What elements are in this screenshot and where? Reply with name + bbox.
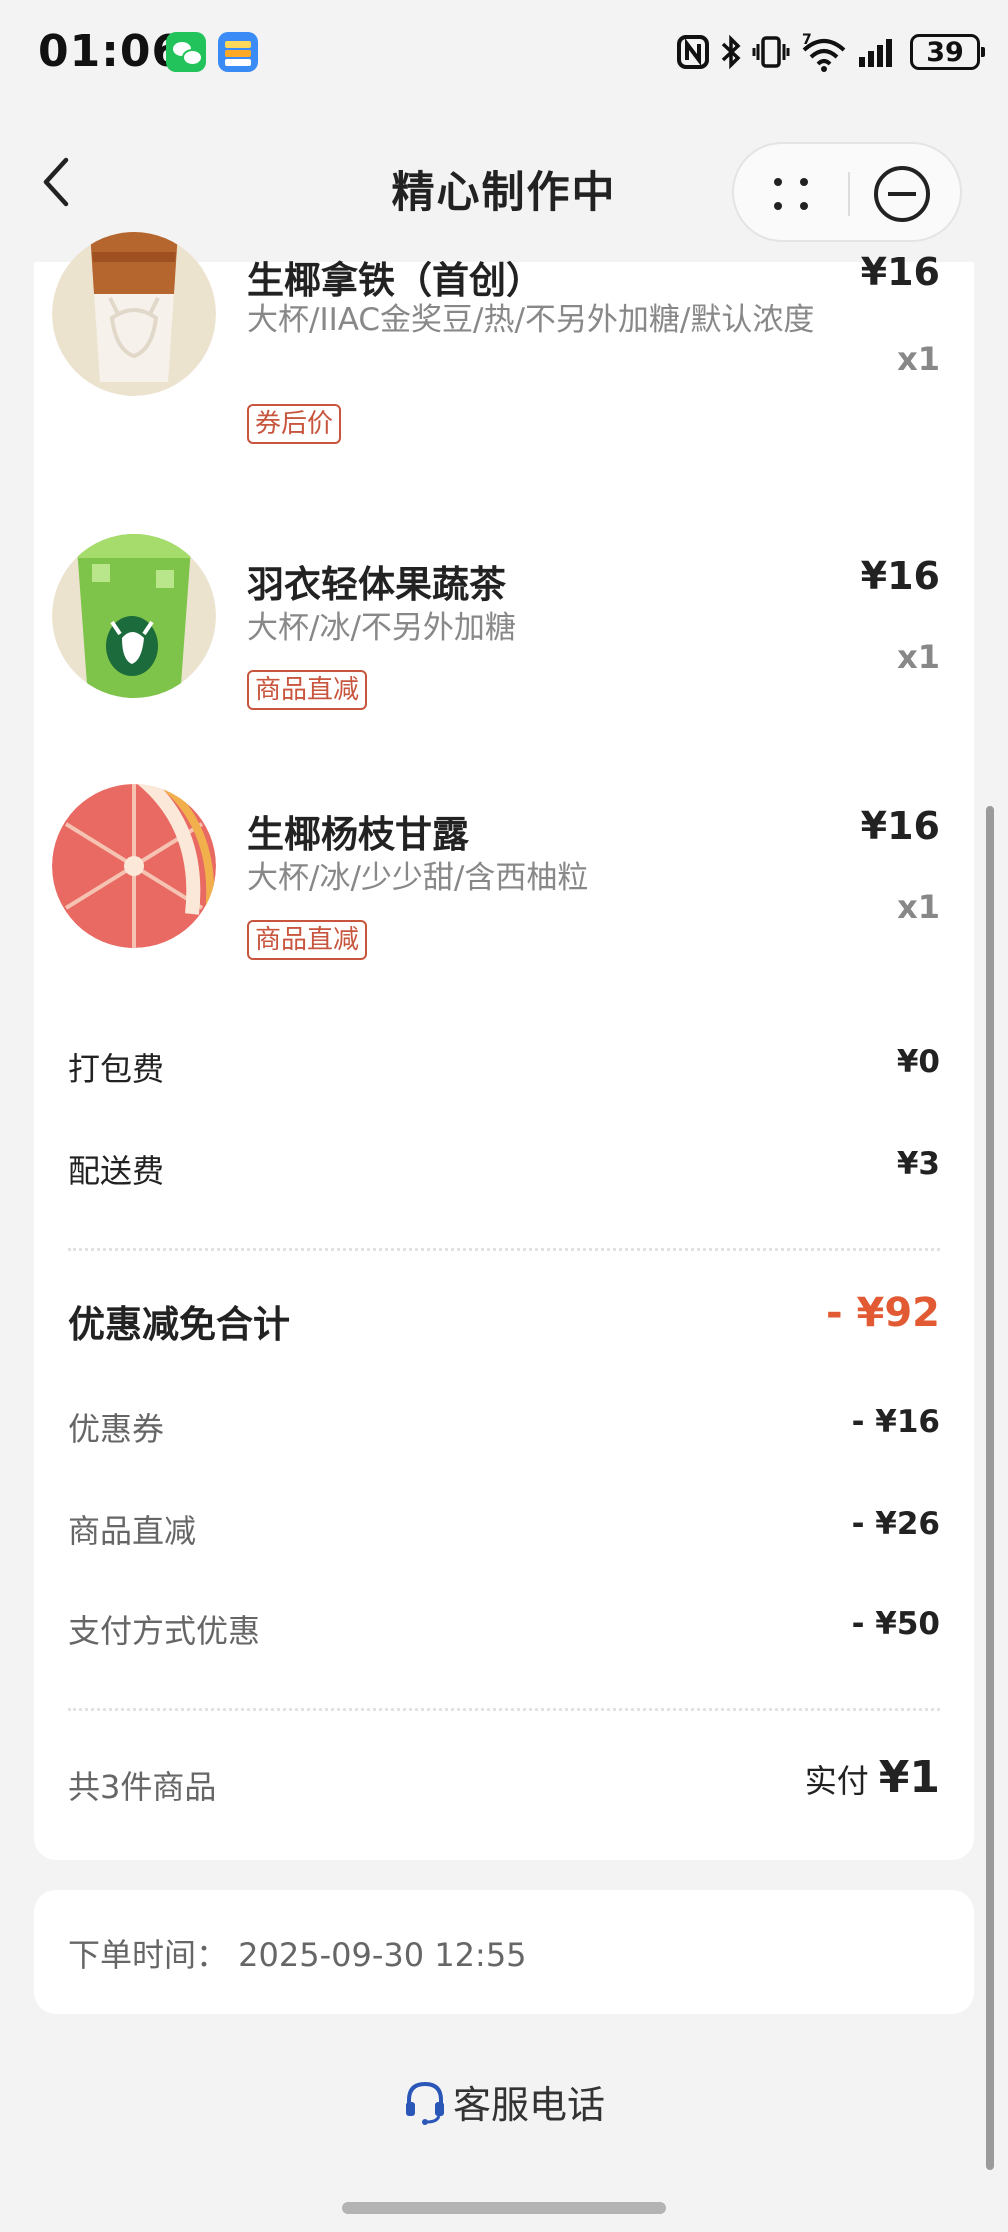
status-time: 01:06 [38,26,184,77]
coupon-value: - ¥16 [851,1404,940,1440]
item-name: 生椰拿铁（首创） [247,259,543,302]
item-price: ¥16 [860,804,940,848]
item-name: 羽衣轻体果蔬茶 [247,563,506,606]
nav-bar: 精心制作中 [0,120,1008,250]
packing-fee-value: ¥0 [896,1044,940,1080]
item-price: ¥16 [860,554,940,598]
item-tag: 商品直减 [247,920,368,960]
packing-fee-label: 打包费 [68,1050,165,1088]
list-item[interactable]: 羽衣轻体果蔬茶 大杯/冰/不另外加糖 商品直减 ¥16 x1 [34,534,974,764]
discount-total-label: 优惠减免合计 [68,1303,290,1346]
order-card: 生椰拿铁（首创） 大杯/IIAC金奖豆/热/不另外加糖/默认浓度 券后价 ¥16… [34,232,974,1860]
packing-fee-row: 打包费 ¥0 [68,1044,940,1094]
item-qty: x1 [897,340,940,378]
more-button[interactable] [754,160,828,228]
coupon-label: 优惠券 [68,1410,165,1448]
minus-circle-icon[interactable] [874,166,930,222]
wallet-icon [218,32,258,72]
list-item[interactable]: 生椰杨枝甘露 大杯/冰/少少甜/含西柚粒 商品直减 ¥16 x1 [34,784,974,1014]
paid-total: 实付 ¥1 [805,1752,940,1803]
order-time: 下单时间： 2025-09-30 12:55 [68,1936,527,1974]
home-indicator[interactable] [342,2202,666,2214]
discount-total-value: - ¥92 [825,1290,940,1336]
payment-discount-row: 支付方式优惠 - ¥50 [68,1606,940,1656]
status-bar: 01:06 7 39 [0,0,1008,104]
customer-service-label: 客服电话 [452,2083,605,2127]
list-item[interactable]: 生椰拿铁（首创） 大杯/IIAC金奖豆/热/不另外加糖/默认浓度 券后价 ¥16… [34,232,974,462]
item-qty: x1 [897,888,940,926]
delivery-fee-label: 配送费 [68,1152,165,1190]
coconut-latte-image [52,232,216,396]
order-time-card: 下单时间： 2025-09-30 12:55 [34,1890,974,2014]
coupon-row: 优惠券 - ¥16 [68,1404,940,1454]
nfc-icon [677,35,709,69]
direct-discount-label: 商品直减 [68,1512,197,1550]
system-icons: 7 39 [676,28,985,76]
customer-service-button[interactable]: 客服电话 [0,2074,1008,2129]
item-tag: 商品直减 [247,670,368,710]
direct-discount-value: - ¥26 [851,1506,940,1542]
headset-icon [405,2081,444,2125]
vibrate-icon [752,36,790,68]
payment-discount-label: 支付方式优惠 [68,1612,261,1650]
capsule-divider [848,172,850,216]
divider [68,1248,940,1251]
kale-tea-image [52,534,216,698]
mini-program-capsule [732,142,962,242]
wechat-icon [166,32,206,72]
payment-discount-value: - ¥50 [851,1606,940,1642]
item-name: 生椰杨枝甘露 [247,813,469,856]
item-spec: 大杯/冰/少少甜/含西柚粒 [247,860,589,896]
delivery-fee-value: ¥3 [896,1146,940,1182]
item-tag: 券后价 [247,404,342,444]
scrollbar[interactable] [986,806,994,2170]
item-price: ¥16 [860,250,940,294]
paid-amount: ¥1 [878,1752,940,1803]
cellular-signal-icon [859,39,892,67]
item-spec: 大杯/IIAC金奖豆/热/不另外加糖/默认浓度 [247,302,815,338]
signal-extra-label: 7 [802,32,812,48]
delivery-fee-row: 配送费 ¥3 [68,1146,940,1196]
bluetooth-icon [721,34,741,70]
direct-discount-row: 商品直减 - ¥26 [68,1506,940,1556]
wifi-icon: 7 [802,32,846,72]
paid-label: 实付 [804,1762,869,1800]
item-count: 共3件商品 [68,1768,217,1806]
battery-icon: 39 [910,34,985,70]
divider [68,1708,940,1711]
item-spec: 大杯/冰/不另外加糖 [247,610,516,646]
item-qty: x1 [897,638,940,676]
grapefruit-image [52,784,216,948]
